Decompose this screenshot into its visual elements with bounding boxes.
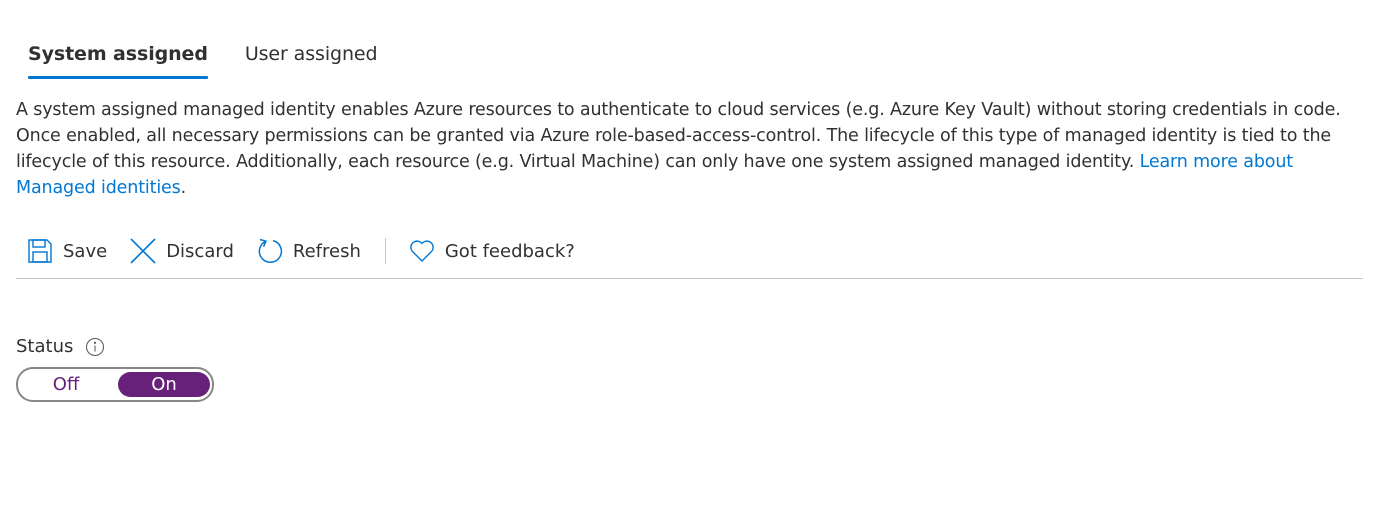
command-bar: Save Discard Refresh Got feedback? bbox=[16, 232, 1363, 279]
feedback-label: Got feedback? bbox=[444, 240, 575, 262]
toolbar-divider bbox=[384, 238, 386, 264]
description: A system assigned managed identity enabl… bbox=[16, 97, 1376, 201]
save-label: Save bbox=[63, 240, 108, 262]
heart-icon bbox=[409, 239, 435, 263]
refresh-button[interactable]: Refresh bbox=[257, 232, 361, 270]
status-label: Status bbox=[16, 336, 74, 357]
save-button[interactable]: Save bbox=[27, 232, 107, 270]
info-icon[interactable] bbox=[85, 337, 105, 357]
save-icon bbox=[27, 238, 53, 264]
feedback-button[interactable]: Got feedback? bbox=[409, 232, 575, 270]
refresh-label: Refresh bbox=[292, 240, 361, 262]
description-trailing: . bbox=[180, 178, 187, 198]
status-toggle[interactable]: Off On bbox=[16, 367, 214, 402]
toggle-off-option[interactable]: Off bbox=[18, 372, 114, 398]
tab-bar: System assigned User assigned bbox=[28, 36, 378, 80]
tab-system-assigned[interactable]: System assigned bbox=[28, 36, 208, 79]
status-field-label: Status bbox=[16, 336, 105, 357]
discard-button[interactable]: Discard bbox=[130, 232, 234, 270]
close-icon bbox=[130, 238, 156, 264]
discard-label: Discard bbox=[166, 240, 234, 262]
tab-user-assigned[interactable]: User assigned bbox=[245, 36, 378, 72]
refresh-icon bbox=[257, 238, 283, 264]
toggle-on-option[interactable]: On bbox=[118, 372, 210, 397]
